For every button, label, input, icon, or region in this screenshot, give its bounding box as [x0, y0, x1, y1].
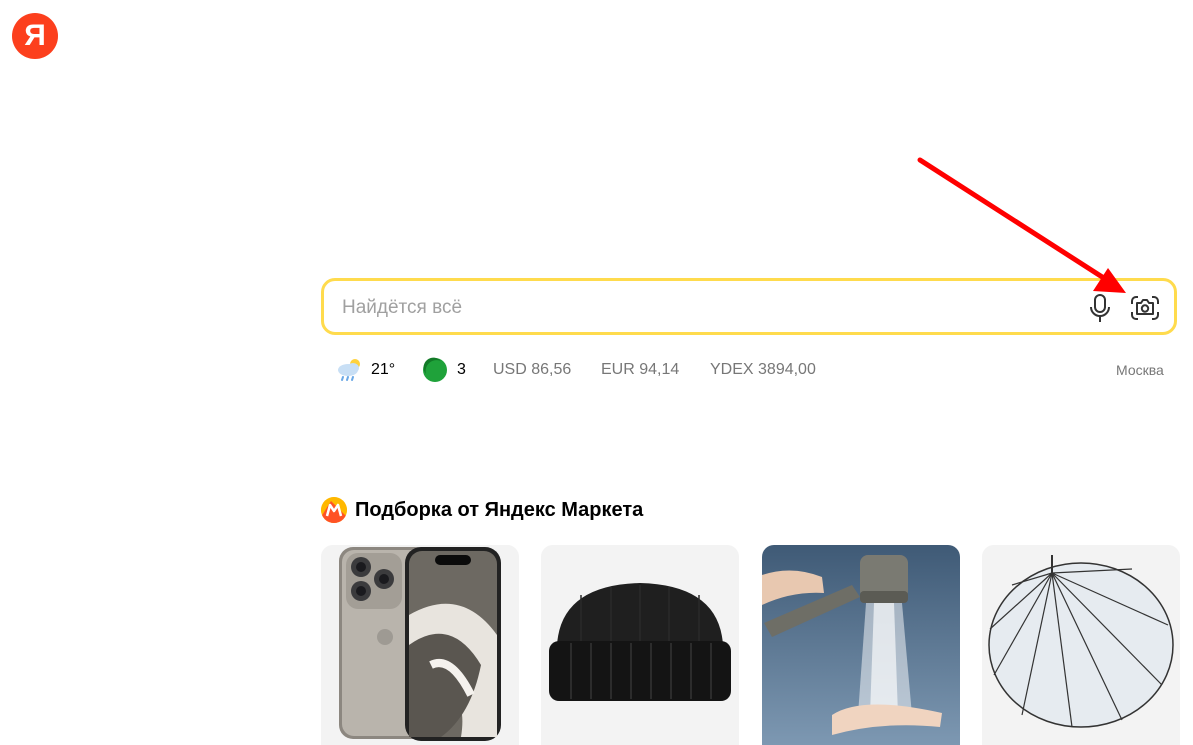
camera-icon	[1131, 296, 1159, 320]
yandex-market-icon	[321, 497, 347, 523]
smartphone-image	[321, 545, 519, 745]
market-section-header[interactable]: Подборка от Яндекс Маркета	[321, 495, 643, 525]
eur-rate[interactable]: EUR 94,14	[601, 355, 679, 385]
weather-informer[interactable]: 21°	[335, 355, 395, 385]
rain-cloud-sun-icon	[338, 359, 360, 381]
knit-hat-image	[541, 545, 739, 745]
product-card-beanie[interactable]	[541, 545, 739, 745]
product-card-iphone[interactable]	[321, 545, 519, 745]
usd-rate-text: USD 86,56	[493, 361, 572, 378]
page: Я Найдётся всё 21° 3 USD 86,56 EUR 94,14…	[0, 0, 1193, 745]
shower-head-image	[762, 545, 960, 745]
traffic-circle-icon	[423, 357, 447, 382]
search-bar	[321, 278, 1177, 335]
image-search-button[interactable]	[1129, 293, 1161, 323]
market-section-title: Подборка от Яндекс Маркета	[355, 498, 644, 521]
microphone-icon	[1090, 294, 1110, 322]
logo-letter: Я	[24, 19, 46, 52]
ydex-rate-text: YDEX 3894,00	[710, 361, 816, 378]
traffic-score: 3	[457, 361, 466, 378]
city-name: Москва	[1116, 362, 1164, 378]
umbrella-image	[982, 545, 1180, 745]
eur-rate-text: EUR 94,14	[601, 361, 680, 378]
yandex-logo[interactable]: Я	[12, 13, 58, 59]
ydex-rate[interactable]: YDEX 3894,00	[710, 355, 816, 385]
search-input[interactable]	[340, 293, 1064, 323]
product-card-umbrella[interactable]	[982, 545, 1180, 745]
usd-rate[interactable]: USD 86,56	[493, 355, 571, 385]
city-selector[interactable]: Москва	[1116, 355, 1164, 385]
informers-bar: 21° 3 USD 86,56 EUR 94,14 YDEX 3894,00 М…	[335, 355, 1171, 385]
weather-temperature: 21°	[371, 361, 396, 378]
voice-search-button[interactable]	[1086, 293, 1114, 323]
traffic-informer[interactable]: 3	[422, 355, 466, 385]
product-card-shower-head[interactable]	[762, 545, 960, 745]
